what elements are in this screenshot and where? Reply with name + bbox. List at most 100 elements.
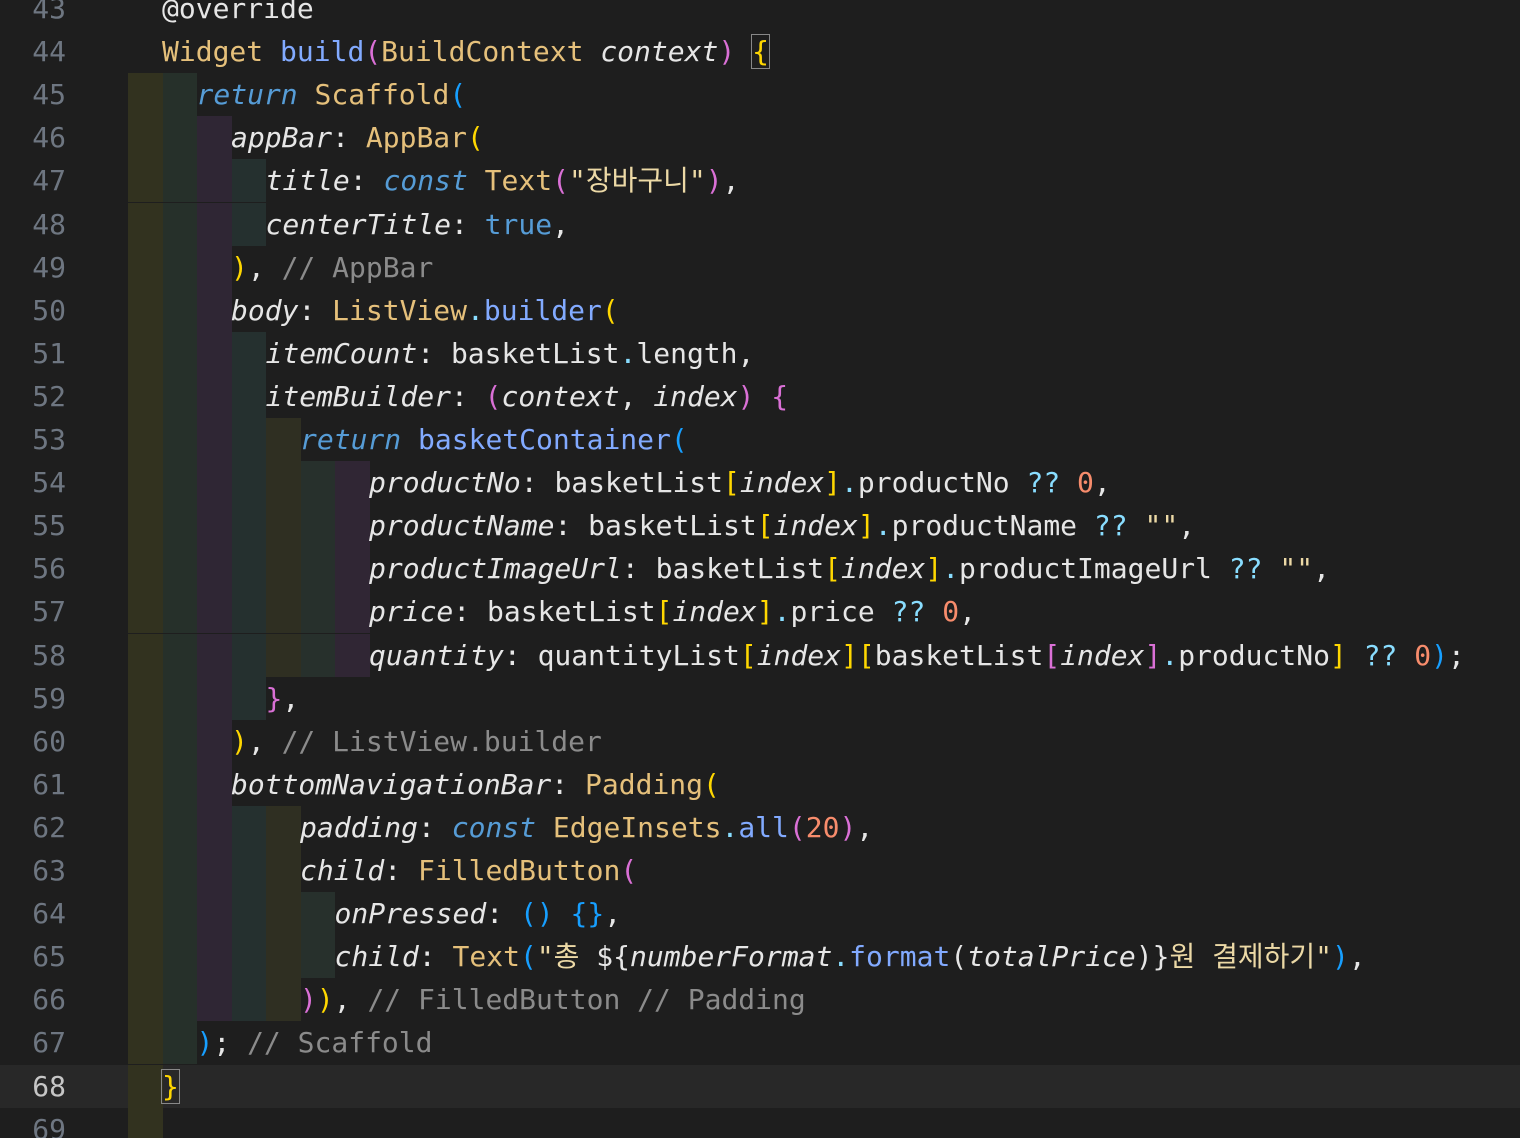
code-line[interactable]: 62 padding: const EdgeInsets.all(20), — [0, 805, 1520, 849]
code-token: context — [600, 35, 719, 69]
line-number: 62 — [32, 810, 66, 844]
code-line[interactable]: 56 productImageUrl: basketList[index].pro… — [0, 547, 1520, 591]
code-text: itemCount: basketList.length, — [266, 332, 755, 375]
code-token: productName — [891, 509, 1094, 543]
code-token: ( — [620, 854, 638, 887]
indent-guide — [162, 719, 197, 763]
indent-guide — [197, 849, 232, 893]
indent-guide — [231, 461, 266, 505]
code-line[interactable]: 69 — [0, 1107, 1520, 1138]
code-line[interactable]: 50 body: ListView.builder( — [0, 288, 1520, 332]
code-line[interactable]: 64 onPressed: () {}, — [0, 892, 1520, 936]
code-token: ( — [519, 940, 537, 974]
code-line[interactable]: 65 child: Text("총 ${numberFormat.format(t… — [0, 935, 1520, 979]
code-token: ( — [670, 423, 688, 456]
indent-guide — [128, 288, 163, 332]
code-token: productName — [369, 509, 555, 543]
indent-guide — [231, 892, 266, 936]
code-token: () {} — [519, 897, 605, 931]
code-line[interactable]: 45 return Scaffold( — [0, 73, 1520, 117]
code-token: index — [773, 509, 858, 543]
indent-guide — [162, 245, 197, 289]
code-token: 0 — [1414, 638, 1432, 672]
code-token: index — [739, 466, 825, 500]
code-token: ) — [231, 724, 248, 758]
code-line[interactable]: 66)), // FilledButton // Padding — [0, 978, 1520, 1022]
indent-guide — [197, 633, 232, 677]
code-line[interactable]: 61 bottomNavigationBar: Padding( — [0, 762, 1520, 806]
indent-guide — [128, 849, 163, 893]
indent-guide — [197, 461, 232, 505]
code-line[interactable]: 48 centerTitle: true, — [0, 202, 1520, 246]
code-token: [ — [857, 638, 875, 672]
code-token: ( — [703, 767, 720, 801]
code-token: ) — [231, 250, 248, 284]
code-editor[interactable]: 43 @override 44 Widget build(BuildContext c… — [0, 0, 1520, 1138]
code-line[interactable]: 57 price: basketList[index].price ?? 0, — [0, 590, 1520, 634]
indent-guide — [128, 73, 163, 117]
indent-guide — [231, 202, 266, 246]
code-text: }, — [266, 677, 300, 720]
code-text: centerTitle: true, — [266, 203, 569, 246]
indent-guide — [162, 461, 197, 505]
code-token: quantityList — [537, 638, 740, 672]
code-line[interactable]: 43 @override — [0, 0, 1520, 30]
code-line[interactable]: 53 return basketContainer( — [0, 418, 1520, 462]
code-token: index — [653, 379, 738, 413]
code-line[interactable]: 52 itemBuilder: (context, index) { — [0, 374, 1520, 418]
code-token: Scaffold — [314, 78, 450, 112]
indent-guide — [197, 504, 232, 548]
indent-guide — [162, 418, 197, 462]
code-line[interactable]: 51 itemCount: basketList.length, — [0, 331, 1520, 375]
indent-guide — [197, 245, 232, 289]
code-token: ] — [925, 552, 943, 586]
code-line[interactable]: 49), // AppBar — [0, 245, 1520, 289]
code-line[interactable]: 63 child: FilledButton( — [0, 849, 1520, 893]
indent-guide — [128, 590, 163, 634]
code-line[interactable]: 47 title: const Text("장바구니"), — [0, 159, 1520, 203]
indent-guide — [162, 633, 197, 677]
indent-guide — [162, 590, 197, 634]
code-token: length — [636, 336, 738, 370]
indent-guide — [162, 116, 197, 160]
line-number: 51 — [32, 336, 66, 370]
code-line[interactable]: 55 productName: basketList[index].product… — [0, 504, 1520, 548]
indent-guide — [335, 590, 370, 634]
indent-guide — [128, 935, 163, 979]
code-token: , — [737, 336, 755, 370]
indent-guide — [335, 504, 370, 548]
indent-guide — [231, 331, 266, 375]
code-line[interactable]: 44 Widget build(BuildContext context) { — [0, 30, 1520, 73]
code-text: return Scaffold( — [197, 73, 467, 116]
code-token: ) — [1135, 940, 1153, 974]
code-token: ) — [196, 1026, 214, 1060]
indent-guide — [300, 461, 335, 505]
code-token: : — [554, 509, 589, 543]
code-line[interactable]: 60), // ListView.builder — [0, 719, 1520, 763]
code-token: basketList — [588, 509, 757, 543]
indent-guide — [300, 892, 335, 936]
code-line[interactable]: 58 quantity: quantityList[index][basketLi… — [0, 633, 1520, 677]
code-token: ( — [788, 810, 806, 844]
code-token: ( — [449, 78, 467, 112]
code-token: bottomNavigationBar — [231, 767, 552, 801]
code-token: : — [418, 940, 453, 974]
indent-guide — [231, 159, 266, 203]
indent-guide — [128, 805, 163, 849]
code-text: ), // ListView.builder — [231, 720, 602, 763]
code-line[interactable]: 46 appBar: AppBar( — [0, 116, 1520, 160]
line-number: 49 — [32, 250, 66, 284]
code-token: 0 — [1077, 466, 1094, 500]
indent-guide — [197, 719, 232, 763]
code-token: ( — [484, 379, 502, 413]
code-line[interactable]: 67); // Scaffold — [0, 1021, 1520, 1065]
code-text: return basketContainer( — [300, 418, 688, 461]
line-number: 48 — [32, 207, 66, 241]
indent-guide — [197, 676, 232, 720]
code-token: child — [300, 854, 385, 887]
code-line[interactable]: 59}, — [0, 676, 1520, 720]
code-line[interactable]: 68} — [0, 1064, 1520, 1108]
code-token: build — [280, 35, 365, 69]
code-line[interactable]: 54 productNo: basketList[index].productNo… — [0, 461, 1520, 505]
code-token: , — [247, 250, 282, 284]
